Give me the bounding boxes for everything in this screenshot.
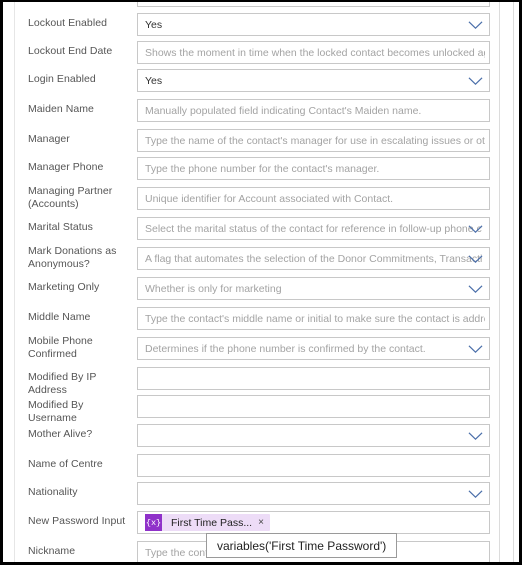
field-placeholder: A flag that automates the selection of t… bbox=[145, 252, 483, 265]
field-label: Managing Partner (Accounts) bbox=[28, 185, 113, 210]
field-label: Manager Phone bbox=[28, 161, 104, 173]
form-row: Login Enabled Yes bbox=[3, 66, 519, 94]
form-row: Maiden Name Manually populated field indi… bbox=[3, 96, 519, 124]
form-row: Mobile Phone Confirmed Determines if the … bbox=[3, 334, 519, 362]
form-row: Modified By Username bbox=[3, 392, 519, 424]
form-row: Name of Centre bbox=[3, 451, 519, 479]
field-input[interactable]: Type the name of the contact's manager f… bbox=[137, 129, 490, 152]
field-placeholder: Type the phone number for the contact's … bbox=[145, 162, 380, 175]
field-label: Manager bbox=[28, 133, 70, 145]
field-label: Mother Alive? bbox=[28, 428, 93, 440]
field-label: Mark Donations as Anonymous? bbox=[28, 245, 117, 270]
field-label: Lockout End Date bbox=[28, 45, 113, 57]
form-panel: Lockout Enabled Yes Lockout End Date Shows … bbox=[3, 2, 519, 562]
field-value: Yes bbox=[145, 18, 163, 31]
chevron-down-icon[interactable] bbox=[468, 431, 483, 441]
field-label: Login Enabled bbox=[28, 73, 96, 85]
field-value: Yes bbox=[145, 74, 163, 87]
field-dropdown[interactable]: Select the marital status of the contact… bbox=[137, 217, 490, 240]
field-label: Marital Status bbox=[28, 221, 93, 233]
field-input[interactable]: {x} First Time Pass... × bbox=[137, 511, 490, 534]
field-placeholder: Type the name of the contact's manager f… bbox=[145, 134, 485, 147]
field-label: Maiden Name bbox=[28, 103, 94, 115]
expression-tooltip: variables('First Time Password') bbox=[206, 533, 398, 558]
field-label: Lockout Enabled bbox=[28, 17, 107, 29]
field-label: Name of Centre bbox=[28, 458, 103, 470]
form-row: Mother Alive? bbox=[3, 421, 519, 449]
field-placeholder: Whether is only for marketing bbox=[145, 282, 282, 295]
field-input[interactable] bbox=[137, 395, 490, 418]
field-placeholder: Type the contact's middle name or initia… bbox=[145, 312, 485, 325]
field-placeholder: Unique identifier for Account associated… bbox=[145, 192, 394, 205]
form-row: New Password Input {x} First Time Pass... × bbox=[3, 508, 519, 536]
field-dropdown[interactable] bbox=[137, 424, 490, 447]
field-dropdown[interactable]: Whether is only for marketing bbox=[137, 277, 490, 300]
form-row: Marketing Only Whether is only for market… bbox=[3, 274, 519, 302]
form-row: Manager Phone Type the phone number for t… bbox=[3, 154, 519, 182]
field-label: Nickname bbox=[28, 545, 76, 557]
form-row: Lockout End Date Shows the moment in time… bbox=[3, 38, 519, 66]
form-row: Nationality bbox=[3, 479, 519, 507]
form-row: Lockout Enabled Yes bbox=[3, 10, 519, 38]
scrollbar-track[interactable] bbox=[513, 2, 514, 562]
variable-token-label: First Time Pass... bbox=[171, 516, 253, 529]
field-input[interactable]: Manually populated field indicating Cont… bbox=[137, 99, 490, 122]
field-label: New Password Input bbox=[28, 515, 126, 527]
field-input[interactable] bbox=[137, 367, 490, 390]
form-row: Marital Status Select the marital status … bbox=[3, 214, 519, 242]
field-input[interactable]: Unique identifier for Account associated… bbox=[137, 187, 490, 210]
field-label: Mobile Phone Confirmed bbox=[28, 335, 93, 360]
field-dropdown[interactable]: A flag that automates the selection of t… bbox=[137, 247, 490, 270]
variable-expression-icon: {x} bbox=[145, 514, 162, 531]
form-row: Manager Type the name of the contact's ma… bbox=[3, 126, 519, 154]
field-dropdown[interactable]: Yes bbox=[137, 13, 490, 36]
field-label: Nationality bbox=[28, 486, 78, 498]
field-placeholder: Determines if the phone number is confir… bbox=[145, 342, 426, 355]
field-label: Middle Name bbox=[28, 311, 91, 323]
field-input[interactable]: Type the contact's middle name or initia… bbox=[137, 307, 490, 330]
form-row: Managing Partner (Accounts) Unique identi… bbox=[3, 184, 519, 212]
remove-token-icon[interactable]: × bbox=[258, 517, 266, 528]
field-label: Marketing Only bbox=[28, 281, 100, 293]
field-dropdown[interactable] bbox=[137, 482, 490, 505]
field-placeholder: Shows the moment in time when the locked… bbox=[145, 46, 485, 59]
panel-right-divider bbox=[499, 2, 500, 562]
form-row: Middle Name Type the contact's middle nam… bbox=[3, 304, 519, 332]
field-input[interactable]: Type the phone number for the contact's … bbox=[137, 157, 490, 180]
screenshot-frame: Lockout Enabled Yes Lockout End Date Shows … bbox=[0, 0, 522, 565]
field-label: Modified By Username bbox=[28, 399, 84, 424]
chevron-down-icon[interactable] bbox=[468, 489, 483, 499]
field-input[interactable] bbox=[137, 454, 490, 477]
field-input[interactable]: Shows the moment in time when the locked… bbox=[137, 41, 490, 64]
field-dropdown[interactable]: Determines if the phone number is confir… bbox=[137, 337, 490, 360]
tooltip-text: variables('First Time Password') bbox=[217, 538, 387, 553]
field-dropdown[interactable]: Yes bbox=[137, 69, 490, 92]
field-placeholder: Select the marital status of the contact… bbox=[145, 222, 482, 235]
partial-field-above bbox=[137, 2, 490, 7]
form-row: Mark Donations as Anonymous? A flag that … bbox=[3, 244, 519, 272]
variable-token[interactable]: {x} First Time Pass... × bbox=[145, 514, 270, 531]
form-row: Modified By IP Address bbox=[3, 364, 519, 396]
field-placeholder: Manually populated field indicating Cont… bbox=[145, 104, 422, 117]
